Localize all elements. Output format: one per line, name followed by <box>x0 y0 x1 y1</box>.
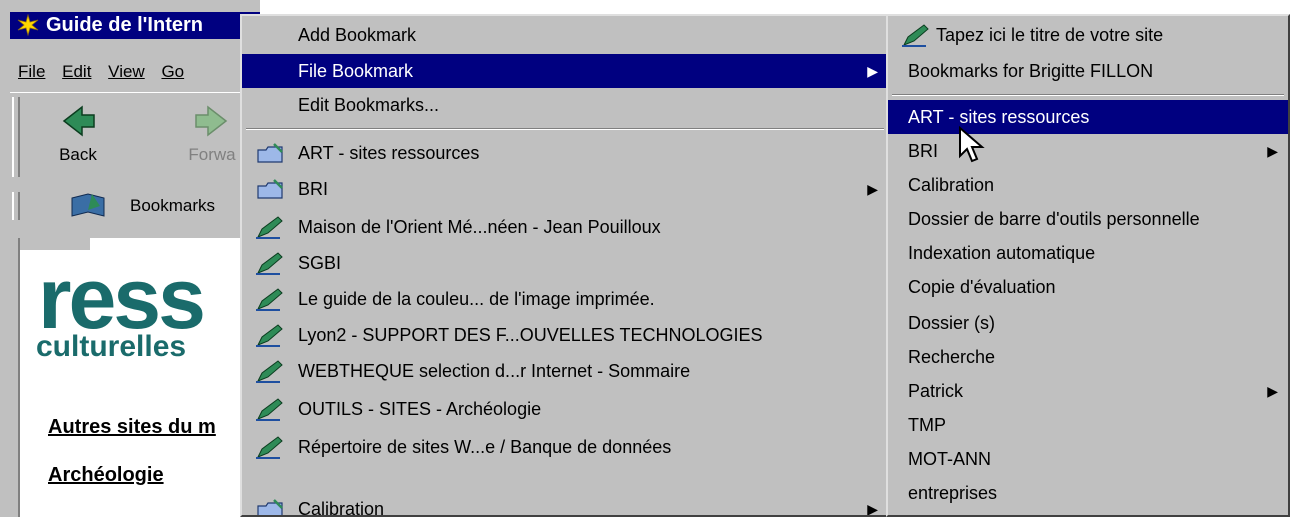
mouse-cursor-icon <box>959 126 985 163</box>
navigation-toolbar: Back Forwa <box>10 92 260 185</box>
back-button[interactable]: Back <box>40 103 116 165</box>
page-content: ress culturelles Autres sites du m Arché… <box>18 238 262 517</box>
menu-separator <box>246 128 884 130</box>
toolbar-grip[interactable] <box>12 97 20 177</box>
submenu-folder-calibration[interactable]: Calibration <box>888 168 1288 202</box>
submenu-arrow-icon: ▶ <box>867 63 878 79</box>
bookmark-pen-icon <box>256 360 283 383</box>
submenu-header-item[interactable]: Tapez ici le titre de votre site <box>888 18 1288 52</box>
menu-go[interactable]: Go <box>161 62 184 81</box>
bookmarks-toolbar: Bookmarks <box>10 188 260 224</box>
menu-file-bookmark[interactable]: File Bookmark ▶ <box>242 54 888 88</box>
forward-label: Forwa <box>188 145 236 164</box>
bookmark-pen-icon <box>256 216 283 239</box>
bookmark-pen-icon <box>256 436 283 459</box>
submenu-folder-entreprises[interactable]: entreprises <box>888 476 1288 510</box>
bookmark-pen-icon <box>256 398 283 421</box>
toolbar-grip-2[interactable] <box>12 192 20 220</box>
bookmark-pen-icon <box>256 252 283 275</box>
menu-edit[interactable]: Edit <box>62 62 91 81</box>
link-archeologie[interactable]: Archéologie <box>48 464 164 487</box>
bookmark-item[interactable]: OUTILS - SITES - Archéologie <box>242 392 888 426</box>
submenu-folder-recherche[interactable]: Recherche <box>888 340 1288 374</box>
submenu-root-folder[interactable]: Bookmarks for Brigitte FILLON <box>888 54 1288 88</box>
bookmark-folder-calibration[interactable]: Calibration ▶ <box>242 492 888 517</box>
netscape-icon <box>16 14 40 36</box>
forward-button[interactable]: Forwa <box>174 103 250 165</box>
back-arrow-icon <box>62 105 95 137</box>
bookmarks-menu: Add Bookmark File Bookmark ▶ Edit Bookma… <box>240 14 890 517</box>
back-label: Back <box>59 145 97 164</box>
menu-separator <box>892 94 1284 96</box>
file-bookmark-submenu: Tapez ici le titre de votre site Bookmar… <box>886 14 1290 517</box>
submenu-arrow-icon: ▶ <box>1267 143 1278 159</box>
bookmark-item[interactable]: WEBTHEQUE selection d...r Internet - Som… <box>242 354 888 388</box>
folder-icon <box>257 179 283 199</box>
submenu-folder-mot-ann[interactable]: MOT-ANN <box>888 442 1288 476</box>
submenu-folder-toolbar[interactable]: Dossier de barre d'outils personnelle <box>888 202 1288 236</box>
title-bar: Guide de l'Intern <box>10 12 260 39</box>
submenu-arrow-icon: ▶ <box>1267 383 1278 399</box>
menu-edit-bookmarks[interactable]: Edit Bookmarks... <box>242 88 888 122</box>
bookmarks-icon <box>71 193 105 217</box>
bookmark-item[interactable]: Répertoire de sites W...e / Banque de do… <box>242 430 888 464</box>
submenu-folder-dossier[interactable]: Dossier (s) <box>888 306 1288 340</box>
submenu-folder-tmp[interactable]: TMP <box>888 408 1288 442</box>
submenu-arrow-icon: ▶ <box>867 501 878 517</box>
bookmark-pen-icon <box>256 324 283 347</box>
bookmark-pen-icon <box>256 288 283 311</box>
bookmark-item[interactable]: Le guide de la couleu... de l'image impr… <box>242 282 888 316</box>
menu-view[interactable]: View <box>108 62 145 81</box>
forward-arrow-icon <box>195 105 228 137</box>
bookmark-pen-icon <box>902 24 929 47</box>
browser-window: Guide de l'Intern File Edit View Go Back… <box>0 0 262 517</box>
submenu-folder-bri[interactable]: BRI ▶ <box>888 134 1288 168</box>
submenu-folder-patrick[interactable]: Patrick ▶ <box>888 374 1288 408</box>
bookmark-item[interactable]: Maison de l'Orient Mé...néen - Jean Poui… <box>242 210 888 244</box>
bookmark-folder-art[interactable]: ART - sites ressources <box>242 136 888 170</box>
bookmarks-button[interactable]: Bookmarks <box>130 196 215 216</box>
content-tab[interactable] <box>20 238 90 250</box>
menu-add-bookmark[interactable]: Add Bookmark <box>242 18 888 52</box>
menu-file[interactable]: File <box>18 62 45 81</box>
window-title: Guide de l'Intern <box>46 14 203 36</box>
bookmark-item[interactable]: SGBI <box>242 246 888 280</box>
submenu-folder-indexation[interactable]: Indexation automatique <box>888 236 1288 270</box>
site-logo-subtitle: culturelles <box>36 330 187 363</box>
link-autres-sites[interactable]: Autres sites du m <box>48 416 216 439</box>
submenu-folder-art[interactable]: ART - sites ressources <box>888 100 1288 134</box>
submenu-folder-copie[interactable]: Copie d'évaluation <box>888 270 1288 304</box>
folder-icon <box>257 499 283 515</box>
menu-bar: File Edit View Go <box>10 58 260 86</box>
bookmark-item[interactable]: Lyon2 - SUPPORT DES F...OUVELLES TECHNOL… <box>242 318 888 352</box>
bookmark-folder-bri[interactable]: BRI ▶ <box>242 172 888 206</box>
folder-icon <box>257 143 283 163</box>
submenu-arrow-icon: ▶ <box>867 181 878 197</box>
